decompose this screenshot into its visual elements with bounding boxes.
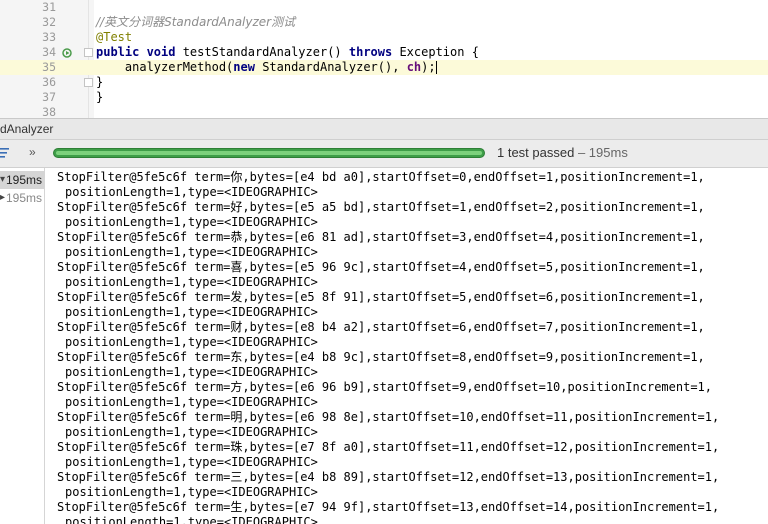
run-panel-header: dAnalyzer [0, 118, 768, 140]
more-actions-chevron[interactable]: » [29, 145, 36, 159]
test-tree-item[interactable]: ▾ 195ms [0, 171, 44, 189]
output-line-continuation: positionLength=1,type=<IDEOGRAPHIC> [65, 275, 318, 289]
output-line: StopFilter@5fe5c6f term=方,bytes=[e6 96 b… [57, 380, 712, 394]
line-number: 31 [42, 0, 56, 14]
output-line-continuation: positionLength=1,type=<IDEOGRAPHIC> [65, 395, 318, 409]
line-number: 37 [42, 90, 56, 104]
code-line[interactable]: 35 analyzerMethod(new StandardAnalyzer()… [0, 60, 768, 75]
code-token: throws [348, 45, 400, 59]
line-number: 36 [42, 75, 56, 89]
code-token: } [96, 90, 104, 104]
chevron-down-icon[interactable]: ▾ [0, 171, 5, 189]
line-number: 32 [42, 15, 56, 29]
code-token: testStandardAnalyzer() [182, 45, 349, 59]
code-line[interactable]: 37} [0, 90, 768, 105]
line-number: 33 [42, 30, 56, 44]
line-number: 35 [42, 60, 56, 74]
output-line-continuation: positionLength=1,type=<IDEOGRAPHIC> [65, 455, 318, 469]
code-line[interactable]: 38 [0, 105, 768, 118]
output-line: StopFilter@5fe5c6f term=你,bytes=[e4 bd a… [57, 170, 705, 184]
run-panel-title: dAnalyzer [0, 122, 54, 136]
test-status-separator: – [574, 145, 589, 160]
output-line-continuation: positionLength=1,type=<IDEOGRAPHIC> [65, 485, 318, 499]
code-line[interactable]: 34 public void testStandardAnalyzer() thr… [0, 45, 768, 60]
code-token: //英文分词器StandardAnalyzer测试 [96, 15, 296, 29]
code-token: public void [96, 45, 183, 59]
output-line-continuation: positionLength=1,type=<IDEOGRAPHIC> [65, 245, 318, 259]
output-line-continuation: positionLength=1,type=<IDEOGRAPHIC> [65, 365, 318, 379]
fold-marker-icon[interactable] [84, 48, 93, 57]
code-text: analyzerMethod(new StandardAnalyzer(), c… [96, 60, 437, 75]
output-line-continuation: positionLength=1,type=<IDEOGRAPHIC> [65, 515, 318, 524]
code-token: ch [406, 60, 422, 74]
output-line: StopFilter@5fe5c6f term=明,bytes=[e6 98 8… [57, 410, 720, 424]
output-line-continuation: positionLength=1,type=<IDEOGRAPHIC> [65, 335, 318, 349]
code-line[interactable]: 31 [0, 0, 768, 15]
output-line: StopFilter@5fe5c6f term=三,bytes=[e4 b8 8… [57, 470, 720, 484]
code-text: public void testStandardAnalyzer() throw… [96, 45, 479, 60]
code-token: ); [421, 60, 436, 74]
output-line-continuation: positionLength=1,type=<IDEOGRAPHIC> [65, 305, 318, 319]
code-editor[interactable]: 31 32 //英文分词器StandardAnalyzer测试 33 @Test 34 pu… [0, 0, 768, 118]
code-text: } [96, 75, 103, 90]
output-line: StopFilter@5fe5c6f term=恭,bytes=[e6 81 a… [57, 230, 705, 244]
code-token: new [233, 60, 263, 74]
output-line: StopFilter@5fe5c6f term=东,bytes=[e4 b8 9… [57, 350, 705, 364]
code-text: //英文分词器StandardAnalyzer测试 [96, 15, 295, 30]
output-line: StopFilter@5fe5c6f term=财,bytes=[e8 b4 a… [57, 320, 705, 334]
output-line: StopFilter@5fe5c6f term=生,bytes=[e7 94 9… [57, 500, 720, 514]
code-token: StandardAnalyzer(), [262, 60, 407, 74]
output-line-continuation: positionLength=1,type=<IDEOGRAPHIC> [65, 185, 318, 199]
test-tree: ▾ 195ms ▸ 195ms [0, 168, 45, 524]
test-runner-toolbar: » 1 test passed – 195ms [0, 140, 768, 168]
test-progress-bar [53, 148, 485, 158]
output-line: StopFilter@5fe5c6f term=喜,bytes=[e5 96 9… [57, 260, 705, 274]
test-tree-item[interactable]: ▸ 195ms [0, 189, 44, 207]
line-number: 34 [42, 45, 56, 59]
test-status-text: 1 test passed [497, 145, 575, 160]
code-line[interactable]: 36} [0, 75, 768, 90]
code-text: @Test [96, 30, 132, 45]
test-duration: 195ms [5, 191, 42, 205]
code-token: Exception { [399, 45, 479, 59]
output-line: StopFilter@5fe5c6f term=发,bytes=[e5 8f 9… [57, 290, 705, 304]
code-token: analyzerMethod( [96, 60, 234, 74]
fold-marker-icon[interactable] [84, 78, 93, 87]
console-output[interactable]: StopFilter@5fe5c6f term=你,bytes=[e4 bd a… [45, 168, 768, 524]
output-line-continuation: positionLength=1,type=<IDEOGRAPHIC> [65, 425, 318, 439]
code-token: @Test [96, 30, 133, 44]
text-caret [435, 61, 437, 74]
test-duration: 195ms [5, 173, 42, 187]
sort-icon[interactable] [0, 146, 12, 160]
code-text: } [96, 90, 103, 105]
line-number: 38 [42, 105, 56, 118]
output-line: StopFilter@5fe5c6f term=好,bytes=[e5 a5 b… [57, 200, 705, 214]
test-status-duration: 195ms [588, 145, 628, 160]
code-line[interactable]: 32 //英文分词器StandardAnalyzer测试 [0, 15, 768, 30]
test-status: 1 test passed – 195ms [497, 145, 628, 160]
code-line[interactable]: 33 @Test [0, 30, 768, 45]
chevron-right-icon[interactable]: ▸ [0, 189, 5, 207]
run-test-icon[interactable] [62, 48, 74, 58]
test-progress-fill [56, 151, 482, 155]
output-line-continuation: positionLength=1,type=<IDEOGRAPHIC> [65, 215, 318, 229]
code-token: } [96, 75, 104, 89]
output-line: StopFilter@5fe5c6f term=珠,bytes=[e7 8f a… [57, 440, 720, 454]
